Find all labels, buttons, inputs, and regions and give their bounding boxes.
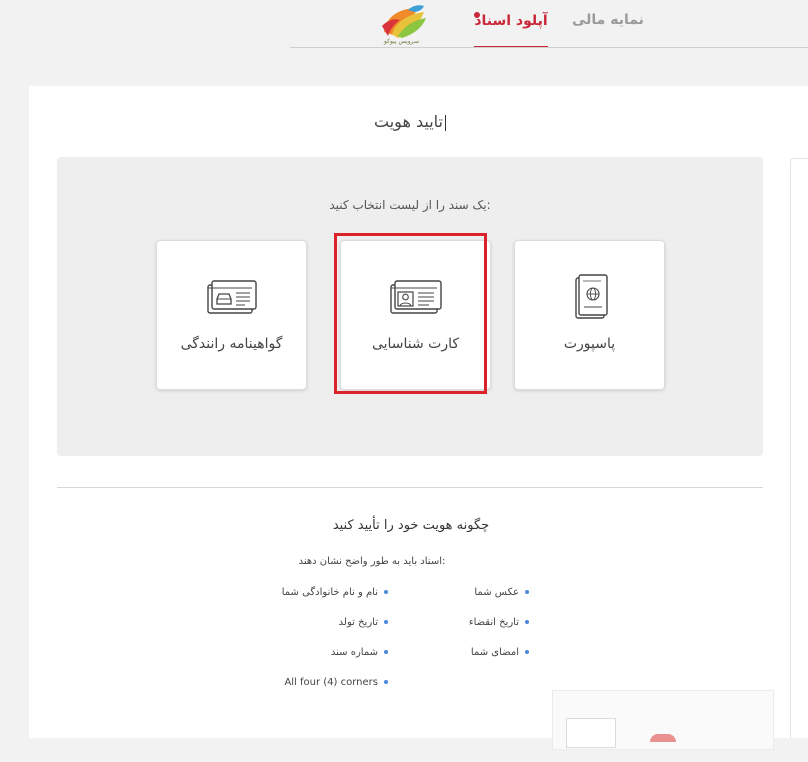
bullet-icon — [384, 650, 388, 654]
requirement-item: امضای شما — [471, 647, 529, 658]
notification-dot — [474, 12, 480, 18]
passport-card[interactable]: پاسپورت — [514, 240, 665, 390]
drivers-license-icon — [157, 271, 306, 323]
page-title-text: تایید هویت — [374, 112, 443, 131]
requirement-text: شماره سند — [330, 647, 378, 658]
section-divider — [57, 487, 763, 488]
instructions-subtitle: اسناد باید به طور واضح نشان دهند: — [298, 556, 446, 567]
bullet-icon — [525, 620, 529, 624]
tab-upload-label: آپلود اسناد — [474, 13, 548, 29]
requirement-item: عکس شما — [474, 587, 529, 598]
id-card-icon — [341, 271, 490, 323]
select-prompt: یک سند را از لیست انتخاب کنید: — [329, 198, 491, 212]
requirement-item: All four (4) corners — [284, 677, 388, 688]
nav-divider — [290, 47, 808, 48]
requirement-item: تاریخ انقضاء — [469, 617, 529, 628]
requirement-text: عکس شما — [474, 587, 519, 598]
instructions-title: چگونه هویت خود را تأیید کنید — [332, 518, 490, 533]
bullet-icon — [384, 590, 388, 594]
bullet-icon — [525, 650, 529, 654]
passport-label: پاسپورت — [563, 336, 616, 352]
drivers-license-label: گواهینامه رانندگی — [180, 336, 283, 352]
bullet-icon — [525, 590, 529, 594]
bullet-icon — [384, 680, 388, 684]
bullet-icon — [384, 620, 388, 624]
tab-financial-label: نمایه مالی — [572, 12, 644, 28]
example-document-thumbnail — [566, 718, 616, 748]
id-card-card[interactable]: کارت شناسایی — [340, 240, 491, 390]
requirement-item: نام و نام خانوادگی شما — [282, 587, 388, 598]
text-caret — [444, 114, 446, 131]
requirement-text: تاریخ تولد — [338, 617, 378, 628]
requirement-text: امضای شما — [470, 647, 519, 658]
page-title: تایید هویت — [0, 112, 808, 131]
top-navigation: سرویس پیوکو آپلود اسناد نمایه مالی — [0, 0, 808, 50]
requirement-item: تاریخ تولد — [339, 617, 388, 628]
requirement-text: نام و نام خانوادگی شما — [281, 587, 378, 598]
example-document-marker — [650, 734, 676, 742]
requirement-text: All four (4) corners — [284, 677, 378, 688]
side-panel-edge — [790, 158, 808, 738]
logo-text: سرویس پیوکو — [384, 38, 419, 45]
requirement-item: شماره سند — [331, 647, 388, 658]
tab-financial-profile[interactable]: نمایه مالی — [572, 12, 644, 28]
requirement-text: تاریخ انقضاء — [468, 617, 519, 628]
id-card-label: کارت شناسایی — [371, 336, 460, 352]
passport-icon — [515, 271, 664, 323]
drivers-license-card[interactable]: گواهینامه رانندگی — [156, 240, 307, 390]
tab-upload-documents[interactable]: آپلود اسناد — [474, 10, 548, 48]
